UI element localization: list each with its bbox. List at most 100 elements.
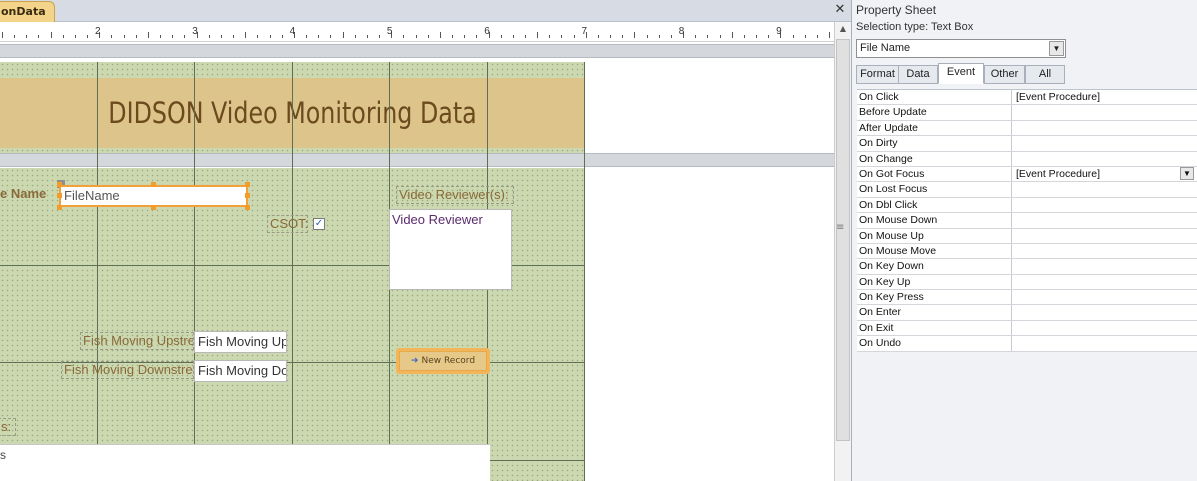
property-row[interactable]: On Enter xyxy=(857,305,1197,321)
grid-line xyxy=(97,62,98,481)
object-selector-value: File Name xyxy=(860,42,911,54)
notes-label[interactable]: s: xyxy=(0,418,16,436)
ruler-number: 9 xyxy=(776,26,782,37)
video-reviewer-listbox[interactable]: Video Reviewer xyxy=(389,209,512,290)
property-value[interactable] xyxy=(1013,321,1197,335)
scroll-up-icon[interactable]: ▲ xyxy=(835,24,851,36)
object-selector-dropdown[interactable]: File Name ▼ xyxy=(856,39,1066,58)
pane-splitter-icon[interactable]: ≡ xyxy=(836,222,844,233)
ruler-tick xyxy=(622,35,624,38)
chevron-down-icon[interactable]: ▼ xyxy=(1049,41,1064,56)
detail-section-bar[interactable] xyxy=(0,153,834,167)
property-name: On Lost Focus xyxy=(857,182,1012,197)
property-row[interactable]: After Update xyxy=(857,120,1197,137)
notes-textbox[interactable]: s xyxy=(0,444,490,481)
ruler-tick xyxy=(318,35,320,38)
document-tab[interactable]: onData xyxy=(0,1,55,22)
csot-label[interactable]: CSOT: xyxy=(267,215,308,233)
property-name: On Key Up xyxy=(857,274,1012,290)
ruler-tick xyxy=(160,35,162,38)
property-row[interactable]: On Key Press xyxy=(857,290,1197,306)
property-row[interactable]: On Key Up xyxy=(857,274,1197,291)
tab-format[interactable]: Format xyxy=(856,65,899,84)
property-row[interactable]: On Dbl Click xyxy=(857,197,1197,214)
property-value[interactable] xyxy=(1013,136,1197,150)
ruler-tick xyxy=(366,35,368,38)
property-row[interactable]: On Lost Focus xyxy=(857,182,1197,198)
chevron-down-icon[interactable]: ▼ xyxy=(1180,166,1194,180)
ruler-number: 5 xyxy=(386,26,393,37)
resize-handle[interactable] xyxy=(57,193,62,198)
property-value[interactable] xyxy=(1013,229,1197,243)
video-reviewer-label[interactable]: Video Reviewer(s): xyxy=(396,186,514,204)
resize-handle[interactable] xyxy=(57,205,62,210)
property-name: On Exit xyxy=(857,320,1012,336)
property-name: On Change xyxy=(857,151,1012,166)
ruler-tick xyxy=(281,35,283,38)
property-row[interactable]: On Mouse Down xyxy=(857,213,1197,229)
tab-all[interactable]: All xyxy=(1025,65,1065,84)
property-value[interactable] xyxy=(1013,244,1197,258)
property-value-text: [Event Procedure] xyxy=(1016,167,1101,180)
csot-checkbox[interactable]: ✓ xyxy=(313,218,325,230)
ruler-tick xyxy=(62,35,64,38)
ruler-tick xyxy=(464,35,466,38)
resize-handle[interactable] xyxy=(151,205,156,210)
property-value[interactable] xyxy=(1013,198,1197,212)
property-value[interactable] xyxy=(1013,275,1197,289)
resize-handle[interactable] xyxy=(151,182,156,187)
ruler-tick xyxy=(597,35,599,38)
ruler-tick xyxy=(415,35,417,38)
property-value[interactable] xyxy=(1013,213,1197,227)
property-value[interactable] xyxy=(1013,336,1197,350)
property-row[interactable]: On Mouse Up xyxy=(857,228,1197,244)
vertical-scrollbar[interactable]: ▲ xyxy=(834,22,851,481)
form-design-pane[interactable]: onData ✕ 23456789 DIDSON Video Monitorin… xyxy=(0,0,851,481)
property-row[interactable]: On Mouse Move xyxy=(857,243,1197,260)
notes-text: s xyxy=(0,448,6,462)
property-row[interactable]: On Key Down xyxy=(857,259,1197,275)
file-name-textbox[interactable]: FileName xyxy=(59,185,248,207)
resize-handle[interactable] xyxy=(57,182,62,187)
property-value[interactable] xyxy=(1013,290,1197,304)
ruler-tick xyxy=(439,32,441,38)
form-header-section-bar[interactable] xyxy=(0,44,834,58)
close-document-icon[interactable]: ✕ xyxy=(833,3,847,17)
fish-upstream-label[interactable]: Fish Moving Upstre xyxy=(80,332,194,350)
property-row[interactable]: On Exit xyxy=(857,320,1197,337)
ruler-tick xyxy=(245,32,247,38)
ruler-tick xyxy=(707,35,709,38)
resize-handle[interactable] xyxy=(245,193,250,198)
property-value[interactable]: [Event Procedure] xyxy=(1013,90,1197,104)
property-row[interactable]: On Change xyxy=(857,151,1197,167)
property-value[interactable]: [Event Procedure] ▼ xyxy=(1013,166,1197,181)
tab-other[interactable]: Other xyxy=(984,65,1025,84)
property-value[interactable] xyxy=(1013,259,1197,273)
fish-upstream-textbox[interactable]: Fish Moving Up xyxy=(194,331,287,353)
scrollbar-thumb[interactable] xyxy=(836,39,850,441)
tab-event[interactable]: Event xyxy=(938,63,984,84)
property-row[interactable]: Before Update xyxy=(857,105,1197,121)
new-record-button[interactable]: ➜ New Record xyxy=(396,348,490,374)
property-value[interactable] xyxy=(1013,121,1197,135)
resize-handle[interactable] xyxy=(245,205,250,210)
property-row[interactable]: On Got Focus [Event Procedure] ▼ xyxy=(857,166,1197,183)
property-row[interactable]: On Undo xyxy=(857,336,1197,352)
file-name-label[interactable]: e Name xyxy=(0,186,46,202)
property-name: Before Update xyxy=(857,105,1012,120)
property-value[interactable] xyxy=(1013,182,1197,196)
property-value[interactable] xyxy=(1013,152,1197,166)
property-name: On Key Press xyxy=(857,290,1012,305)
resize-handle[interactable] xyxy=(245,182,250,187)
property-name: On Mouse Up xyxy=(857,228,1012,243)
property-row[interactable]: On Click [Event Procedure] xyxy=(857,90,1197,106)
tab-data[interactable]: Data xyxy=(898,65,938,84)
ruler-tick xyxy=(257,35,259,38)
property-sheet-title: Property Sheet xyxy=(856,3,937,17)
property-value[interactable] xyxy=(1013,305,1197,319)
property-value[interactable] xyxy=(1013,105,1197,119)
ruler-number: 7 xyxy=(581,26,588,37)
fish-downstream-textbox[interactable]: Fish Moving Do xyxy=(194,360,287,382)
property-row[interactable]: On Dirty xyxy=(857,136,1197,152)
fish-downstream-label[interactable]: Fish Moving Downstre xyxy=(61,361,194,379)
